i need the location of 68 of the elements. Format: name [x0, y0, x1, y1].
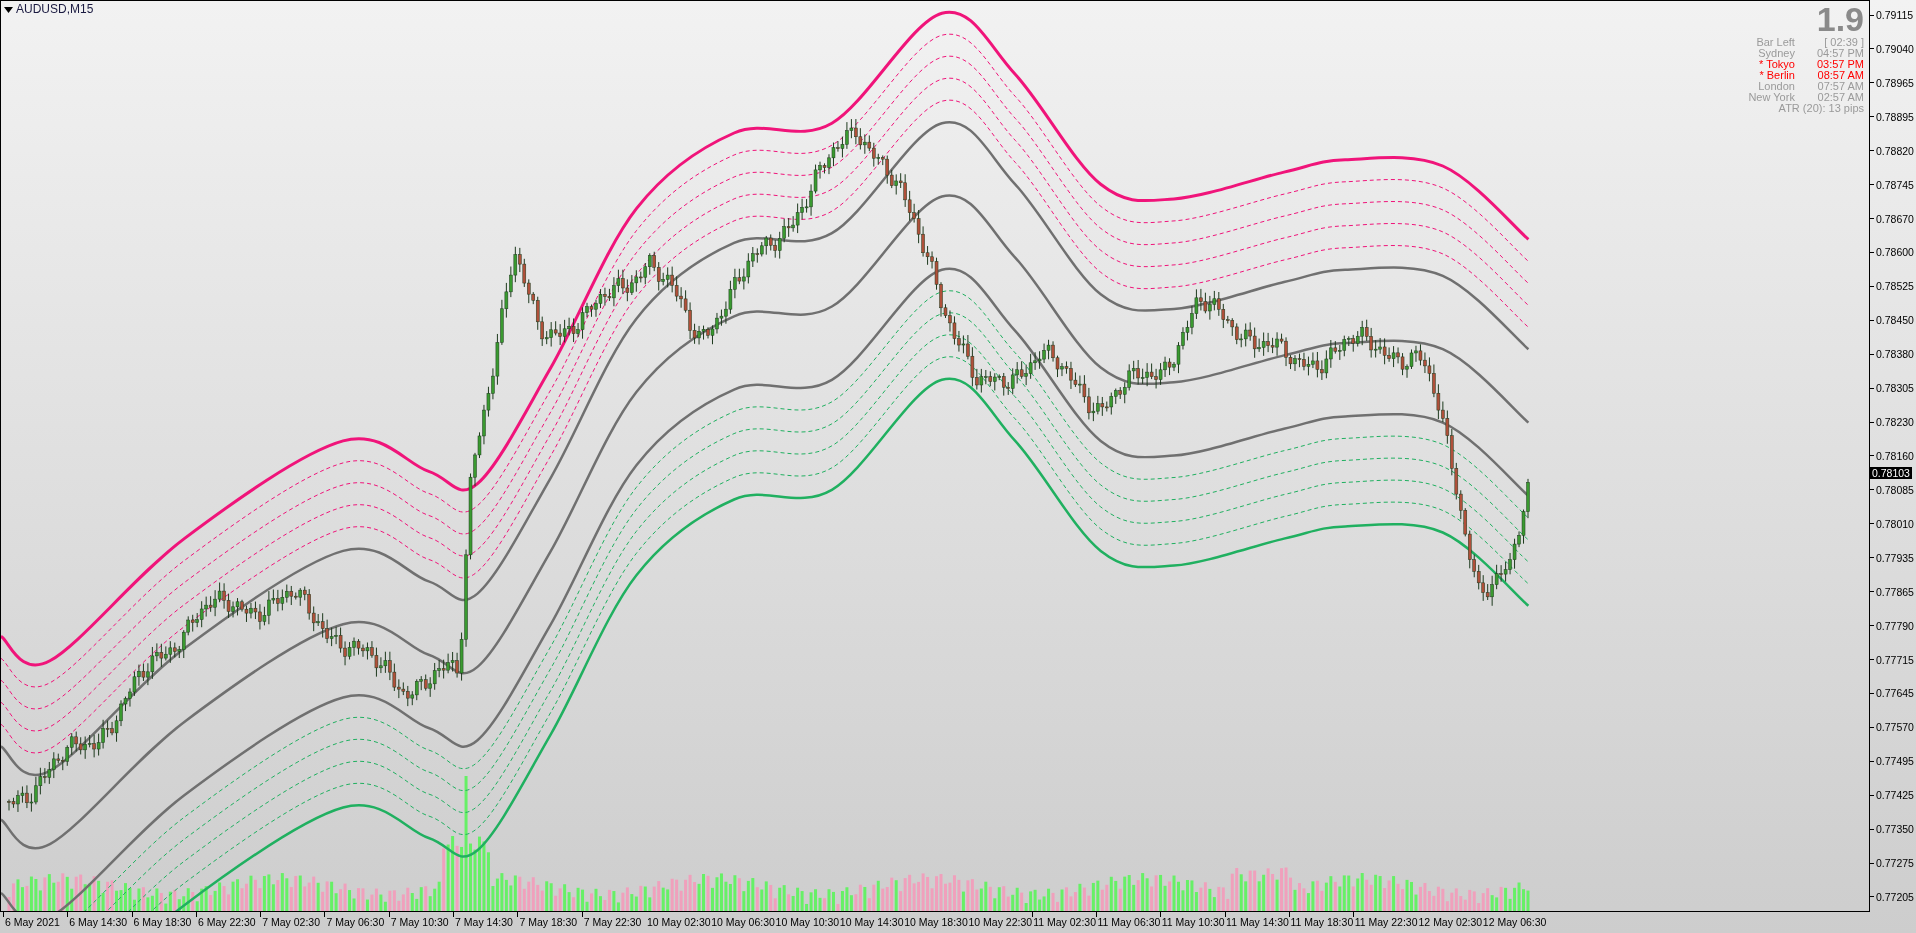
price-label: 0.77715	[1876, 653, 1914, 666]
dropdown-triangle-icon[interactable]	[4, 6, 13, 13]
time-label: 11 May 14:30	[1226, 916, 1289, 928]
time-label: 10 May 22:30	[968, 916, 1033, 928]
price-label: 0.78820	[1876, 144, 1914, 157]
session-time: [ 02:39 ]	[1824, 37, 1864, 48]
time-label: 10 May 14:30	[839, 916, 904, 928]
price-label: 0.77275	[1876, 857, 1914, 870]
current-price-tag: 0.78103	[1870, 467, 1912, 479]
time-label: 12 May 06:30	[1482, 916, 1547, 928]
session-label: Sydney	[1757, 48, 1795, 59]
price-label: 0.78525	[1876, 280, 1914, 293]
time-label: 10 May 10:30	[775, 916, 840, 928]
time-label: 7 May 14:30	[455, 916, 513, 928]
price-label: 0.78450	[1876, 314, 1914, 327]
session-time: 04:57 PM	[1816, 48, 1864, 59]
price-label: 0.78965	[1876, 76, 1914, 89]
session-time: 07:57 AM	[1816, 81, 1864, 92]
price-label: 0.78380	[1876, 348, 1914, 361]
price-label: 0.78600	[1876, 246, 1914, 259]
session-time: 08:57 AM	[1816, 70, 1864, 81]
price-label: 0.78160	[1876, 450, 1914, 462]
session-label: New York	[1748, 92, 1795, 103]
time-label: 11 May 22:30	[1354, 916, 1418, 928]
session-label: Bar Left	[1755, 37, 1795, 48]
time-label: 10 May 18:30	[904, 916, 968, 928]
price-label: 0.77350	[1876, 823, 1914, 836]
time-label: 6 May 18:30	[133, 916, 192, 928]
price-label: 0.79115	[1876, 9, 1914, 21]
time-label: 10 May 02:30	[646, 916, 711, 928]
price-label: 0.78230	[1876, 416, 1914, 429]
price-label: 0.78670	[1876, 212, 1914, 225]
time-label: 7 May 10:30	[390, 916, 449, 928]
time-label: 6 May 22:30	[197, 916, 256, 928]
time-label: 11 May 10:30	[1161, 916, 1225, 928]
price-label: 0.78745	[1876, 178, 1914, 191]
session-label: London	[1757, 81, 1795, 92]
price-label: 0.77570	[1876, 721, 1914, 734]
spread-value: 1.9	[1816, 3, 1864, 35]
session-time: 03:57 PM	[1816, 59, 1864, 70]
time-label: 7 May 02:30	[262, 916, 320, 928]
chart-symbol-title: AUDUSD,M15	[16, 3, 94, 16]
time-label: 7 May 06:30	[326, 916, 385, 928]
price-label: 0.78895	[1876, 110, 1914, 123]
session-label: * Berlin	[1758, 70, 1795, 81]
price-label: 0.77495	[1876, 755, 1914, 768]
price-label: 0.77645	[1876, 687, 1914, 700]
time-label: 7 May 22:30	[583, 916, 642, 928]
time-label: 7 May 18:30	[519, 916, 578, 928]
price-label: 0.77790	[1876, 619, 1914, 632]
atr-reading: ATR (20): 13 pips	[1778, 103, 1864, 114]
price-label: 0.79040	[1876, 42, 1914, 55]
time-label: 6 May 2021	[5, 916, 60, 928]
price-label: 0.77205	[1876, 890, 1914, 903]
price-label: 0.78010	[1876, 517, 1914, 530]
session-label: * Tokyo	[1758, 59, 1795, 70]
price-label: 0.78305	[1876, 382, 1914, 395]
time-label: 11 May 02:30	[1033, 916, 1097, 928]
price-label: 0.77425	[1876, 789, 1914, 802]
time-label: 11 May 06:30	[1097, 916, 1161, 928]
time-label: 12 May 02:30	[1418, 916, 1483, 928]
time-label: 11 May 18:30	[1290, 916, 1354, 928]
price-label: 0.77935	[1876, 551, 1914, 564]
time-label: 10 May 06:30	[711, 916, 775, 928]
time-label: 6 May 14:30	[69, 916, 128, 928]
price-label: 0.77865	[1876, 585, 1914, 598]
price-label: 0.78085	[1876, 483, 1914, 496]
session-time: 02:57 AM	[1816, 92, 1864, 103]
